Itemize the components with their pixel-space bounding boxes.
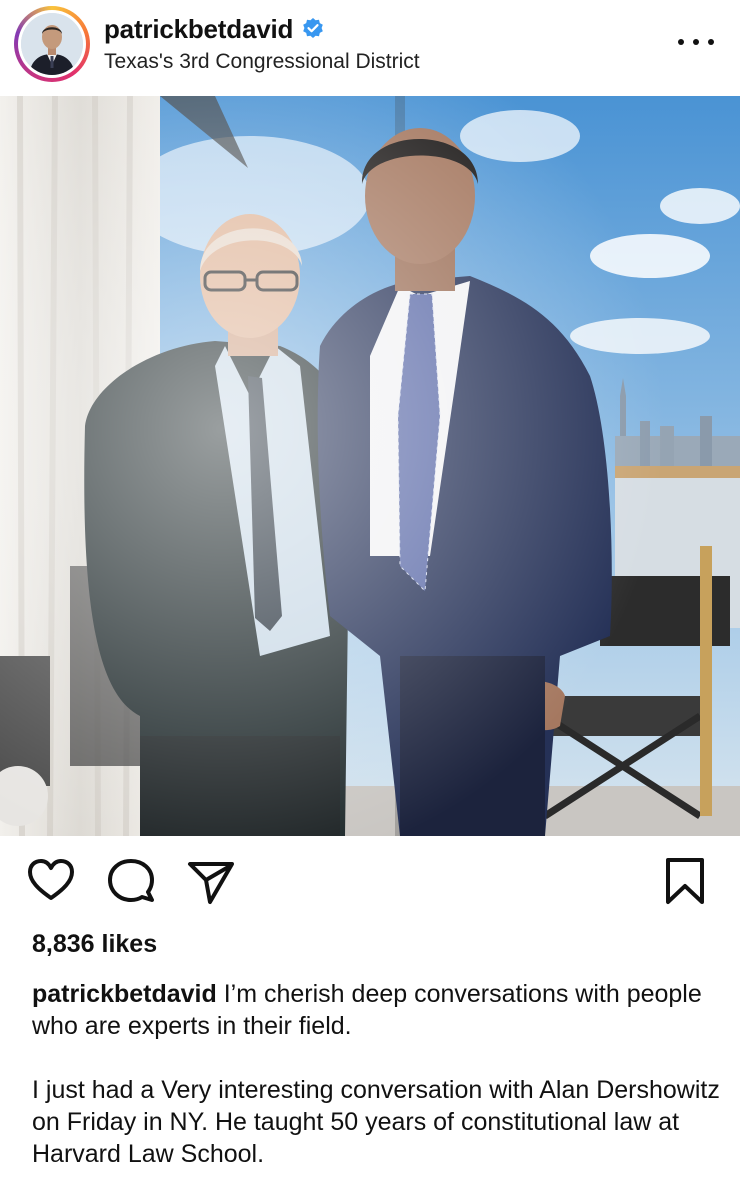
post-caption: patrickbetdavid I’m cherish deep convers… <box>32 978 722 1200</box>
post-image[interactable] <box>0 96 740 836</box>
post-header: patrickbetdavid Texas's 3rd Congressiona… <box>0 0 740 96</box>
caption-username[interactable]: patrickbetdavid <box>32 980 217 1008</box>
bookmark-icon[interactable] <box>660 856 710 906</box>
avatar[interactable] <box>21 13 83 75</box>
location-label[interactable]: Texas's 3rd Congressional District <box>104 50 420 74</box>
story-ring[interactable] <box>14 6 90 82</box>
more-options-icon[interactable] <box>678 30 714 54</box>
avatar-portrait <box>21 13 83 75</box>
likes-count[interactable]: 8,836 likes <box>32 930 157 959</box>
verified-badge-icon <box>303 18 323 38</box>
comment-bubble-icon[interactable] <box>106 856 156 906</box>
heart-icon[interactable] <box>26 856 76 906</box>
caption-text-2: I just had a Very interesting conversati… <box>32 1076 720 1168</box>
username[interactable]: patrickbetdavid <box>104 14 293 45</box>
post-photo-two-men-suits <box>0 96 740 836</box>
paper-plane-icon[interactable] <box>186 856 236 906</box>
post-actions-bar <box>0 856 740 916</box>
